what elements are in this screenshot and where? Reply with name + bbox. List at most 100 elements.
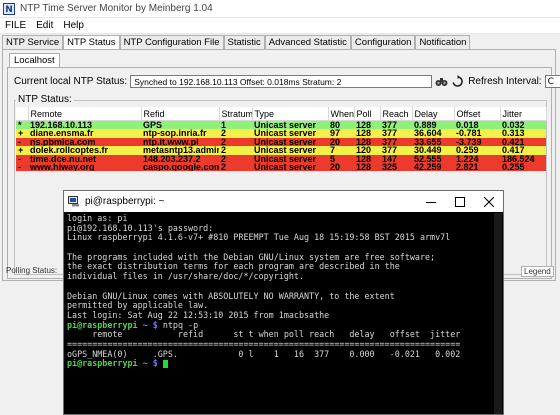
- peer-cell-offset: -0.781: [454, 129, 500, 138]
- peer-cell-reach: 147: [380, 154, 412, 164]
- peer-cell-delay: 36.604: [412, 129, 454, 138]
- peer-row[interactable]: * 192.168.10.113 GPS 1 Unicast server 80 128 37…: [16, 120, 546, 130]
- peer-row[interactable]: - www.hiway.org caspo.google.com 2 Unicast s…: [16, 163, 546, 172]
- peer-cell-jitter: 0.255: [500, 163, 546, 172]
- terminal-text: the exact distribution terms for each pr…: [67, 262, 400, 272]
- peer-cell-jitter: 0.313: [500, 129, 546, 138]
- terminal-scrollbar[interactable]: [494, 213, 502, 414]
- peer-table: Remote Refid Stratum Type When Poll Reac…: [16, 107, 547, 172]
- terminal-text: pi@raspberrypi: [67, 359, 138, 369]
- menu-edit[interactable]: Edit: [31, 20, 58, 31]
- peer-row[interactable]: + dolek.rollcoptes.fr metasntp13.admin. 2 Un…: [16, 146, 546, 155]
- close-button[interactable]: [475, 191, 503, 212]
- legend-button[interactable]: Legend: [521, 266, 554, 277]
- terminal-text: ntpq -p: [162, 320, 199, 330]
- terminal-text: Last login: Sat Aug 22 12:53:10 2015 fro…: [67, 310, 330, 320]
- peer-cell-delay: 30.449: [412, 146, 454, 155]
- peer-cell-delay: 0.889: [412, 120, 454, 130]
- peer-cell-when: 97: [328, 129, 354, 138]
- peer-cell-refid: ntp.it.www.pl: [141, 137, 219, 147]
- status-row: Current local NTP Status: Synched to 192…: [14, 74, 560, 89]
- peer-cell-offset: 2.821: [454, 163, 500, 172]
- putty-titlebar[interactable]: pi@raspberrypi: ~: [64, 191, 503, 212]
- peer-cell-jitter: 0.417: [500, 146, 546, 155]
- tab-configuration[interactable]: Configuration: [350, 35, 416, 49]
- peer-cell-stratum: 2: [219, 163, 252, 172]
- peer-cell-reach: 377: [380, 146, 412, 155]
- maximize-button[interactable]: [446, 191, 474, 212]
- tab-notification[interactable]: Notification: [415, 35, 471, 49]
- main-tabs: NTP Service NTP Status NTP Configuration…: [2, 35, 471, 50]
- col-header-type[interactable]: Type: [252, 107, 329, 121]
- tab-statistic[interactable]: Statistic: [223, 35, 265, 49]
- peer-cell-stratum: 2: [219, 154, 252, 164]
- peer-cell-poll: 128: [354, 154, 380, 164]
- peer-cell-type: Unicast server: [252, 163, 328, 172]
- terminal-text: Debian GNU/Linux comes with ABSOLUTELY N…: [67, 291, 395, 301]
- col-header-mark[interactable]: [16, 107, 29, 121]
- peer-cell-delay: 52.555: [412, 154, 454, 164]
- col-header-poll[interactable]: Poll: [354, 107, 381, 121]
- peer-cell-stratum: 2: [219, 129, 252, 138]
- terminal-line: Debian GNU/Linux comes with ABSOLUTELY N…: [67, 292, 499, 302]
- peer-cell-mark: -: [16, 154, 28, 164]
- refresh-interval-field[interactable]: C: [544, 75, 560, 88]
- menu-bar: FILE Edit Help: [0, 18, 560, 34]
- col-header-remote[interactable]: Remote: [28, 107, 142, 121]
- terminal-line: remote refid st t when poll reach delay …: [67, 330, 499, 340]
- col-header-jitter[interactable]: Jitter: [500, 107, 547, 121]
- peer-cell-poll: 128: [354, 129, 380, 138]
- peer-cell-offset: 0.259: [454, 146, 500, 155]
- peer-row[interactable]: - time.dce.nu.net 148.203.237.2 2 Unicast se…: [16, 154, 546, 164]
- terminal-text: Linux raspberrypi 4.1.6-v7+ #810 PREEMPT…: [67, 233, 451, 243]
- menu-file[interactable]: FILE: [0, 20, 31, 31]
- peer-cell-mark: *: [16, 120, 28, 130]
- tab-ntp-status[interactable]: NTP Status: [63, 35, 120, 50]
- refresh-interval-label: Refresh Interval:: [468, 76, 542, 87]
- peer-cell-reach: 377: [380, 129, 412, 138]
- current-status-field[interactable]: Synched to 192.168.10.113 Offset: 0.018m…: [130, 75, 433, 88]
- peer-cell-type: Unicast server: [252, 120, 328, 130]
- col-header-when[interactable]: When: [328, 107, 355, 121]
- peer-cell-delay: 33.655: [412, 137, 454, 147]
- peer-row[interactable]: + diane.ensma.fr ntp-sop.inria.fr 2 Unicast …: [16, 129, 546, 138]
- peer-row[interactable]: - ns.pbmica.com ntp.it.www.pl 2 Unicast serv…: [16, 137, 546, 147]
- maximize-icon: [455, 196, 465, 207]
- tab-localhost[interactable]: Localhost: [9, 53, 60, 68]
- menu-help[interactable]: Help: [58, 20, 89, 31]
- terminal-text: remote refid st t when poll reach delay …: [67, 330, 461, 340]
- tab-ntp-configuration-file[interactable]: NTP Configuration File: [119, 35, 224, 49]
- peer-cell-refid: GPS: [141, 120, 219, 130]
- peer-cell-mark: -: [16, 163, 28, 172]
- col-header-stratum[interactable]: Stratum: [219, 107, 253, 121]
- ntp-status-group-title: NTP Status:: [16, 94, 74, 105]
- peer-cell-remote: time.dce.nu.net: [28, 154, 141, 164]
- putty-window: pi@raspberrypi: ~ login as: pi pi@192.168…: [63, 190, 504, 415]
- col-header-refid[interactable]: Refid: [141, 107, 220, 121]
- current-status-label: Current local NTP Status:: [14, 76, 128, 87]
- terminal-text: oGPS_NMEA(0) .GPS. 0 l 1 16 377 0.000 -0…: [67, 349, 461, 359]
- terminal-line: oGPS_NMEA(0) .GPS. 0 l 1 16 377 0.000 -0…: [67, 350, 499, 360]
- peer-cell-type: Unicast server: [252, 146, 328, 155]
- minimize-button[interactable]: [417, 191, 445, 212]
- tab-advanced-statistic[interactable]: Advanced Statistic: [264, 35, 351, 49]
- peer-cell-remote: www.hiway.org: [28, 163, 141, 172]
- binoculars-icon[interactable]: [435, 75, 448, 88]
- col-header-offset[interactable]: Offset: [454, 107, 501, 121]
- peer-cell-remote: dolek.rollcoptes.fr: [28, 146, 141, 155]
- peer-cell-reach: 325: [380, 163, 412, 172]
- tab-ntp-service[interactable]: NTP Service: [2, 35, 64, 49]
- terminal-text: The programs included with the Debian GN…: [67, 252, 436, 262]
- terminal-text: login as: pi: [67, 214, 128, 223]
- close-icon: [484, 196, 494, 207]
- peer-cell-remote: ns.pbmica.com: [28, 137, 141, 147]
- peer-cell-refid: 148.203.237.2: [141, 154, 219, 164]
- col-header-delay[interactable]: Delay: [412, 107, 455, 121]
- col-header-reach[interactable]: Reach: [380, 107, 413, 121]
- terminal-line: individual files in /usr/share/doc/*/cop…: [67, 272, 499, 282]
- peer-cell-when: 7: [328, 146, 354, 155]
- terminal-line: pi@192.168.10.113's password:: [67, 224, 499, 234]
- refresh-icon[interactable]: [451, 75, 464, 88]
- terminal-output[interactable]: login as: pi pi@192.168.10.113's password…: [67, 214, 499, 414]
